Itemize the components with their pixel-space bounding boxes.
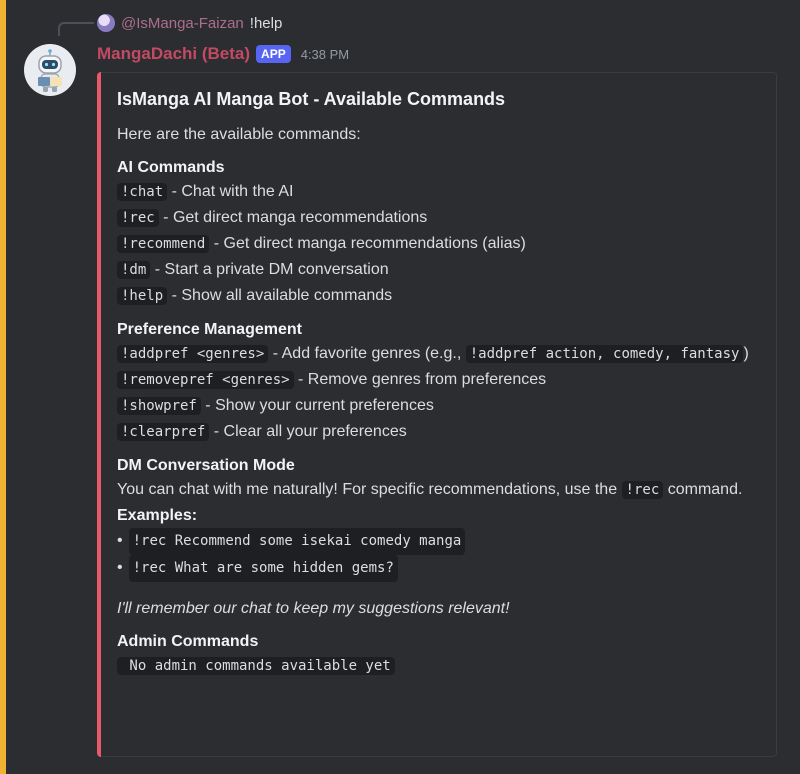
command-code: !recommend — [117, 235, 210, 253]
reply-reference[interactable]: @IsManga-Faizan !help — [97, 12, 282, 34]
command-code: !rec — [621, 481, 664, 499]
command-desc: - Get direct manga recommendations — [158, 209, 428, 226]
command-code: !clearpref — [117, 423, 210, 441]
timestamp[interactable]: 4:38 PM — [301, 47, 349, 62]
reply-avatar[interactable] — [97, 14, 115, 32]
example-code: !rec What are some hidden gems? — [128, 555, 398, 582]
command-desc: - Remove genres from preferences — [293, 371, 547, 388]
dm-text-tail: command. — [663, 481, 743, 498]
command-desc: - Start a private DM conversation — [150, 261, 389, 278]
admin-commands-text: No admin commands available yet — [117, 653, 757, 679]
field-admin-commands: Admin Commands — [117, 633, 259, 650]
command-line: !removepref <genres> - Remove genres fro… — [117, 367, 757, 393]
reply-author[interactable]: @IsManga-Faizan — [121, 15, 244, 32]
command-desc: - Show all available commands — [167, 287, 393, 304]
admin-code: No admin commands available yet — [117, 657, 395, 675]
command-desc: - Get direct manga recommendations (alia… — [209, 235, 526, 252]
command-line: !dm - Start a private DM conversation — [117, 257, 757, 283]
embed-title: IsManga AI Manga Bot - Available Command… — [117, 89, 506, 109]
command-desc: - Add favorite genres (e.g., — [268, 345, 466, 362]
bullet-icon: • — [117, 559, 123, 576]
admin-line: No admin commands available yet — [117, 653, 757, 679]
example-item: • !rec Recommend some isekai comedy manga — [117, 528, 757, 555]
command-code: !addpref <genres> — [117, 345, 269, 363]
command-line: !rec - Get direct manga recommendations — [117, 205, 757, 231]
command-desc-tail: ) — [743, 345, 749, 362]
command-code: !showpref — [117, 397, 201, 415]
dm-mode-text: You can chat with me naturally! For spec… — [117, 477, 757, 621]
dm-description: You can chat with me naturally! For spec… — [117, 477, 757, 503]
bot-avatar[interactable] — [24, 44, 76, 96]
app-badge: APP — [256, 45, 291, 63]
mention-highlight-bar — [0, 0, 6, 774]
reply-text[interactable]: !help — [250, 15, 283, 32]
message-header: MangaDachi (Beta) APP 4:38 PM — [97, 42, 349, 66]
example-code: !rec Recommend some isekai comedy manga — [128, 528, 466, 555]
examples-label: Examples: — [117, 507, 198, 524]
field-preference-management: Preference Management — [117, 321, 302, 338]
command-line: !showpref - Show your current preference… — [117, 393, 757, 419]
command-desc: - Chat with the AI — [167, 183, 294, 200]
command-code: !rec — [117, 209, 159, 227]
command-line: !recommend - Get direct manga recommenda… — [117, 231, 757, 257]
command-code: !help — [117, 287, 168, 305]
command-line: !clearpref - Clear all your preferences — [117, 419, 757, 445]
embed: IsManga AI Manga Bot - Available Command… — [97, 72, 777, 757]
command-line: !chat - Chat with the AI — [117, 179, 757, 205]
command-line: !addpref <genres> - Add favorite genres … — [117, 341, 757, 367]
preference-commands-list: !addpref <genres> - Add favorite genres … — [117, 341, 757, 445]
reply-connector — [58, 22, 94, 36]
dm-text: You can chat with me naturally! For spec… — [117, 481, 622, 498]
command-desc: - Show your current preferences — [200, 397, 434, 414]
embed-description: Here are the available commands: — [117, 126, 361, 143]
command-code: !dm — [117, 261, 151, 279]
command-code: !removepref <genres> — [117, 371, 294, 389]
command-desc: - Clear all your preferences — [209, 423, 407, 440]
field-ai-commands: AI Commands — [117, 159, 225, 176]
command-example: !addpref action, comedy, fantasy — [465, 345, 744, 363]
bullet-icon: • — [117, 532, 123, 549]
ai-commands-list: !chat - Chat with the AI !rec - Get dire… — [117, 179, 757, 309]
dm-note: I'll remember our chat to keep my sugges… — [117, 600, 510, 617]
command-code: !chat — [117, 183, 168, 201]
robot-icon — [38, 49, 62, 92]
field-dm-conversation-mode: DM Conversation Mode — [117, 457, 295, 474]
command-line: !help - Show all available commands — [117, 283, 757, 309]
example-item: • !rec What are some hidden gems? — [117, 555, 757, 582]
embed-content: IsManga AI Manga Bot - Available Command… — [117, 89, 757, 679]
author-name[interactable]: MangaDachi (Beta) — [97, 44, 250, 64]
embed-color-bar — [97, 72, 101, 757]
